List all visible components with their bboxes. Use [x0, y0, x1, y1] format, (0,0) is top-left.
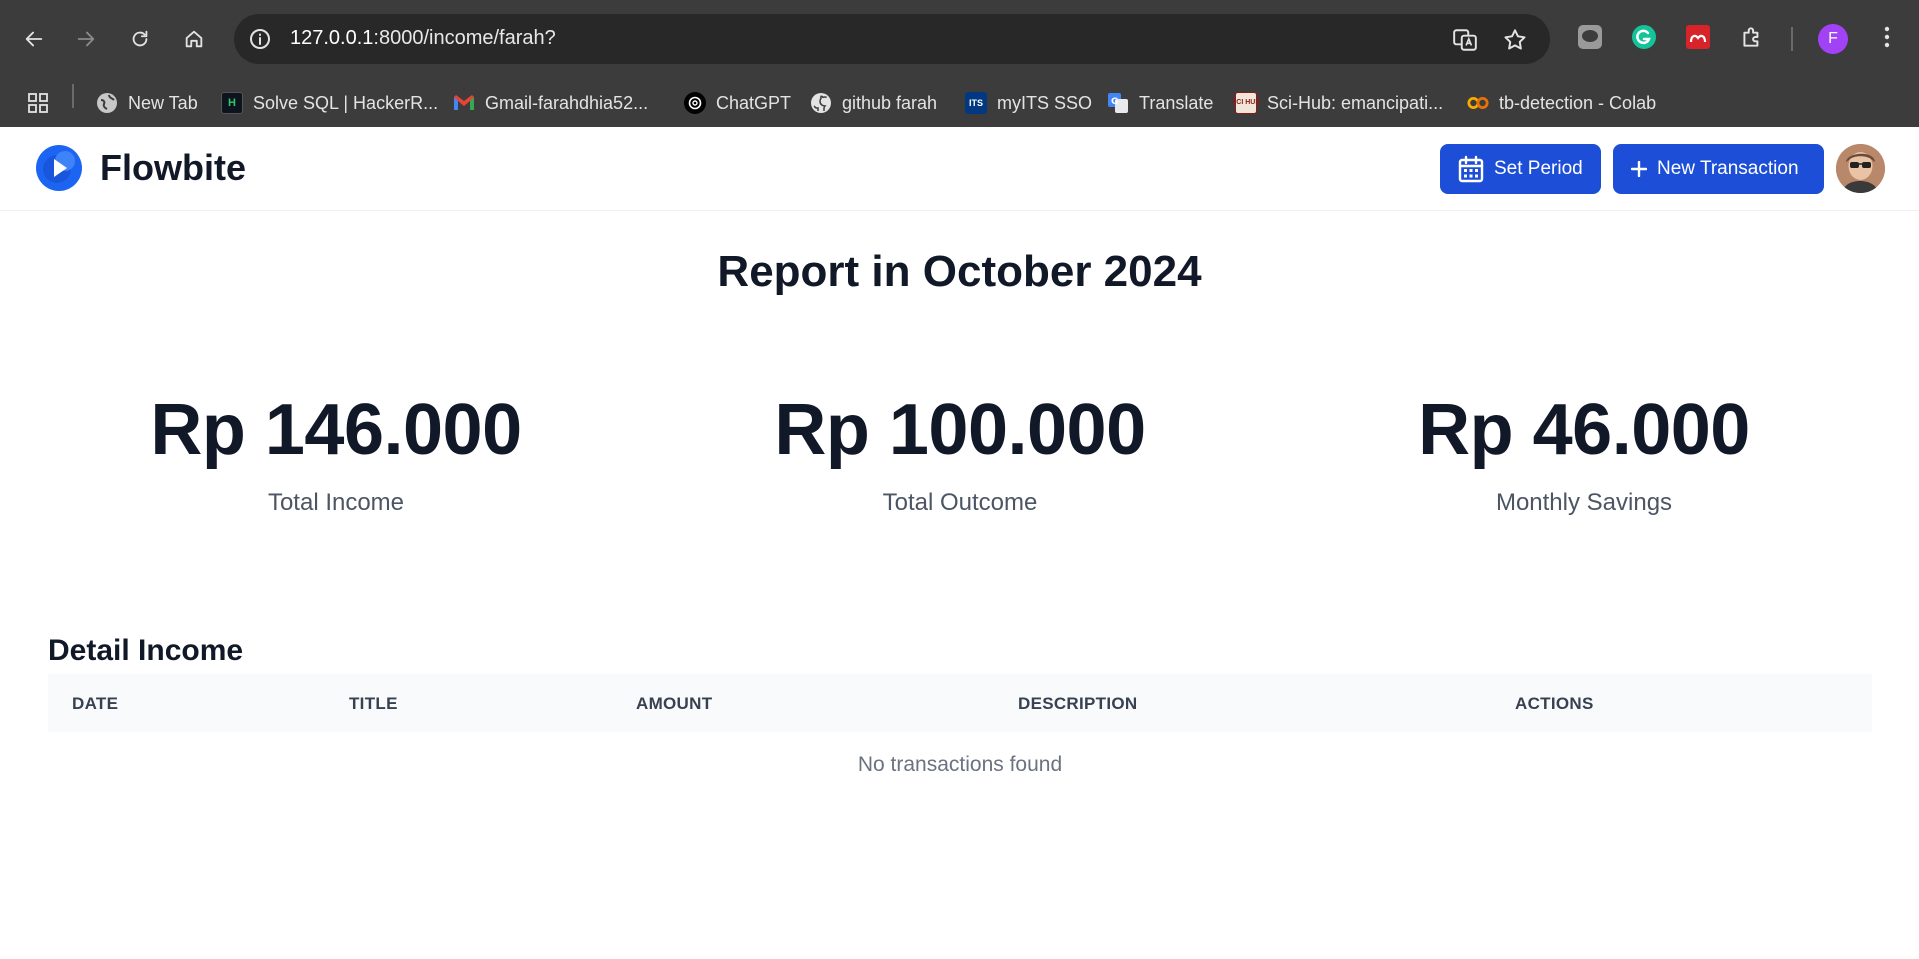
bookmark-colab[interactable]: tb-detection - Colab — [1467, 90, 1656, 116]
translate-icon: G — [1107, 92, 1129, 114]
set-period-button[interactable]: Set Period — [1440, 144, 1601, 194]
reload-icon — [132, 30, 148, 47]
bookmark-label: Translate — [1139, 92, 1214, 113]
transactions-table: DATE TITLE AMOUNT DESCRIPTION ACTIONS No… — [48, 674, 1872, 798]
profile-avatar[interactable]: F — [1818, 24, 1848, 54]
github-icon — [810, 92, 832, 114]
column-header-description: DESCRIPTION — [1018, 694, 1138, 713]
stat-label: Total Outcome — [882, 489, 1038, 516]
url-text[interactable]: 127.0.0.1:8000/income/farah? — [290, 27, 556, 50]
brand[interactable]: Flowbite — [35, 144, 246, 192]
arrow-right-icon — [77, 31, 95, 47]
arrow-left-icon — [25, 31, 43, 47]
navbar: Flowbite Set Period New Transaction — [0, 127, 1919, 211]
bookmark-star-icon[interactable] — [1502, 27, 1528, 53]
bookmark-hackerrank[interactable]: H Solve SQL | HackerR... — [221, 90, 438, 116]
bookmark-label: myITS SSO — [997, 92, 1093, 113]
gmail-icon — [453, 92, 475, 114]
stat-monthly-savings: Rp 46.000 Monthly Savings — [1284, 389, 1884, 517]
stat-total-outcome: Rp 100.000 Total Outcome — [660, 389, 1260, 517]
column-header-amount: AMOUNT — [636, 694, 713, 713]
bookmarks-bar: New Tab H Solve SQL | HackerR... Gmail-f… — [0, 78, 1919, 127]
extensions-puzzle-icon[interactable] — [1737, 22, 1767, 52]
home-button[interactable] — [174, 19, 214, 59]
bookmark-scihub[interactable]: SCI HUB Sci-Hub: emancipati... — [1232, 90, 1444, 116]
user-avatar[interactable] — [1836, 144, 1885, 193]
set-period-label: Set Period — [1494, 158, 1583, 179]
toolbar-divider — [1791, 27, 1793, 51]
url-path: :8000/income/farah? — [373, 27, 556, 49]
address-bar[interactable]: 127.0.0.1:8000/income/farah? — [234, 14, 1550, 64]
its-icon: ITS — [965, 92, 987, 114]
column-header-actions: ACTIONS — [1515, 694, 1594, 713]
bookmark-gmail[interactable]: Gmail-farahdhia52... — [453, 90, 648, 116]
calendar-icon — [1458, 155, 1484, 183]
site-info-icon[interactable] — [248, 27, 272, 51]
colab-icon — [1467, 92, 1489, 114]
bookmark-translate[interactable]: G Translate — [1107, 90, 1213, 116]
stat-total-income: Rp 146.000 Total Income — [36, 389, 636, 517]
bookmark-label: ChatGPT — [716, 92, 792, 113]
svg-text:G: G — [1111, 97, 1118, 107]
bookmark-github[interactable]: github farah — [810, 90, 937, 116]
plus-icon — [1631, 161, 1647, 177]
brand-name: Flowbite — [100, 147, 246, 188]
flowbite-logo-icon — [36, 145, 82, 191]
detail-income-title: Detail Income — [48, 634, 244, 667]
apps-grid-button[interactable] — [26, 90, 50, 116]
bookmark-label: New Tab — [128, 92, 198, 113]
url-host: 127.0.0.1 — [290, 27, 374, 49]
new-transaction-button[interactable]: New Transaction — [1613, 144, 1824, 194]
line-extension-icon[interactable] — [1575, 22, 1605, 52]
bookmark-label: Gmail-farahdhia52... — [485, 92, 649, 113]
bookmark-label: Solve SQL | HackerR... — [253, 92, 439, 113]
bookmark-chatgpt[interactable]: ChatGPT — [684, 90, 791, 116]
new-transaction-label: New Transaction — [1657, 158, 1799, 179]
bookmarks-divider — [72, 84, 74, 108]
translate-page-icon[interactable] — [1452, 27, 1478, 53]
empty-state-message: No transactions found — [857, 753, 1063, 776]
forward-button[interactable] — [66, 19, 106, 59]
stat-value: Rp 46.000 — [1418, 390, 1750, 470]
scihub-icon: SCI HUB — [1232, 92, 1260, 114]
more-menu-icon[interactable] — [1872, 22, 1902, 52]
column-header-date: DATE — [72, 694, 119, 713]
bookmark-new-tab[interactable]: New Tab — [96, 90, 198, 116]
stat-label: Total Income — [267, 489, 405, 516]
web-page: Flowbite Set Period New Transaction Repo… — [0, 127, 1919, 955]
column-header-title: TITLE — [349, 694, 398, 713]
globe-icon — [96, 92, 118, 114]
hackerrank-icon: H — [221, 92, 243, 114]
report-title: Report in October 2024 — [717, 247, 1202, 296]
apps-grid-icon — [28, 93, 48, 113]
reload-button[interactable] — [120, 19, 160, 59]
back-button[interactable] — [14, 19, 54, 59]
stat-label: Monthly Savings — [1495, 489, 1673, 516]
grammarly-icon[interactable] — [1629, 22, 1659, 52]
stat-value: Rp 146.000 — [150, 390, 522, 470]
browser-chrome: 127.0.0.1:8000/income/farah? F New Tab H… — [0, 0, 1919, 127]
mendeley-icon[interactable] — [1683, 22, 1713, 52]
chatgpt-icon — [684, 92, 706, 114]
home-icon — [185, 30, 203, 48]
table-header: DATE TITLE AMOUNT DESCRIPTION ACTIONS — [48, 674, 1872, 732]
bookmark-label: Sci-Hub: emancipati... — [1267, 92, 1444, 113]
stat-value: Rp 100.000 — [774, 390, 1146, 470]
bookmark-label: tb-detection - Colab — [1499, 92, 1657, 113]
browser-toolbar: 127.0.0.1:8000/income/farah? F — [0, 0, 1919, 78]
bookmark-label: github farah — [842, 92, 938, 113]
bookmark-myits[interactable]: ITS myITS SSO — [965, 90, 1092, 116]
